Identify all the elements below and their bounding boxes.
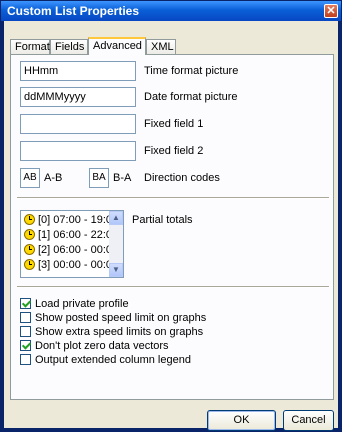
fixed-field-2-label: Fixed field 2 <box>144 145 204 157</box>
option-load-private-profile[interactable]: Load private profile <box>20 298 129 311</box>
direction-ab-input[interactable]: AB <box>20 168 40 188</box>
date-format-input[interactable]: ddMMMyyyy <box>20 87 136 107</box>
checkbox[interactable] <box>20 340 31 351</box>
tab-fields[interactable]: Fields <box>50 39 88 54</box>
clock-icon <box>24 214 35 225</box>
dialog-client: Format Fields Advanced XML HHmm Time for… <box>4 21 338 431</box>
option-show-extra-speed-limits[interactable]: Show extra speed limits on graphs <box>20 326 203 339</box>
direction-codes-label: Direction codes <box>144 172 220 184</box>
ok-button[interactable]: OK <box>207 410 276 431</box>
list-item[interactable]: [1] 06:00 - 22:00 <box>24 228 118 242</box>
tab-xml[interactable]: XML <box>146 39 176 54</box>
cancel-button[interactable]: Cancel <box>283 410 334 431</box>
partial-totals-list[interactable]: [0] 07:00 - 19:00 [1] 06:00 - 22:00 [2] … <box>20 210 124 278</box>
dialog-window: Custom List Properties ✕ Format Fields A… <box>0 0 342 432</box>
clock-icon <box>24 229 35 240</box>
list-item[interactable]: [0] 07:00 - 19:00 <box>24 213 118 227</box>
separator <box>17 197 329 199</box>
scroll-down-icon[interactable]: ▼ <box>109 263 123 277</box>
direction-ab-label: A-B <box>44 172 63 184</box>
close-icon[interactable]: ✕ <box>324 4 338 18</box>
clock-icon <box>24 259 35 270</box>
checkbox[interactable] <box>20 354 31 365</box>
list-scrollbar[interactable]: ▲ ▼ <box>109 211 123 277</box>
checkbox[interactable] <box>20 312 31 323</box>
checkbox[interactable] <box>20 326 31 337</box>
date-format-label: Date format picture <box>144 91 238 103</box>
option-dont-plot-zero-vectors[interactable]: Don't plot zero data vectors <box>20 340 169 353</box>
option-output-extended-legend[interactable]: Output extended column legend <box>20 354 191 367</box>
option-show-posted-speed-limit[interactable]: Show posted speed limit on graphs <box>20 312 206 325</box>
fixed-field-1-input[interactable] <box>20 114 136 134</box>
window-title: Custom List Properties <box>7 4 140 18</box>
time-format-label: Time format picture <box>144 65 239 77</box>
advanced-panel: HHmm Time format picture ddMMMyyyy Date … <box>10 54 334 400</box>
direction-ba-label: B-A <box>113 172 132 184</box>
separator <box>17 286 329 288</box>
tab-format[interactable]: Format <box>10 39 50 54</box>
list-item[interactable]: [3] 00:00 - 00:00 <box>24 258 118 272</box>
checkbox[interactable] <box>20 298 31 309</box>
title-bar[interactable]: Custom List Properties ✕ <box>1 1 341 21</box>
tab-advanced[interactable]: Advanced <box>88 37 146 55</box>
time-format-input[interactable]: HHmm <box>20 61 136 81</box>
fixed-field-2-input[interactable] <box>20 141 136 161</box>
scroll-up-icon[interactable]: ▲ <box>109 211 123 225</box>
direction-ba-input[interactable]: BA <box>89 168 109 188</box>
fixed-field-1-label: Fixed field 1 <box>144 118 204 130</box>
clock-icon <box>24 244 35 255</box>
partial-totals-label: Partial totals <box>132 214 193 226</box>
list-item[interactable]: [2] 06:00 - 00:00 <box>24 243 118 257</box>
